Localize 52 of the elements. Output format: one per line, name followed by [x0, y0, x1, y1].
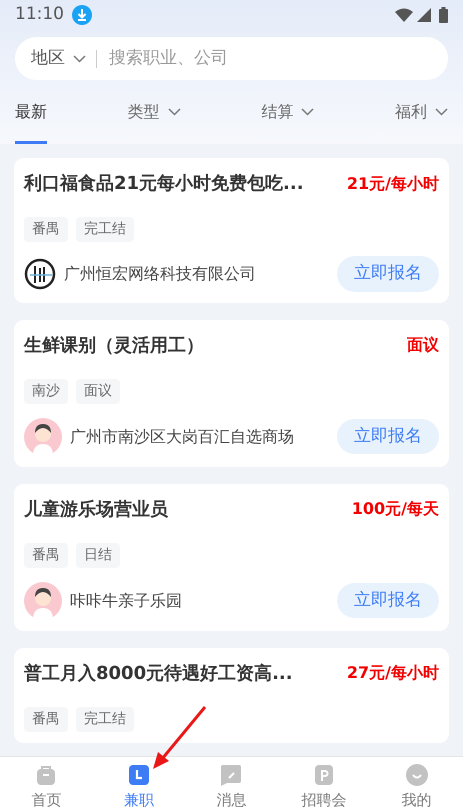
job-title: 儿童游乐场营业员: [24, 498, 168, 522]
filter-tab[interactable]: 最新: [15, 100, 47, 137]
company-logo: [24, 258, 56, 290]
search-input[interactable]: 搜索职业、公司: [107, 44, 432, 72]
job-pay: 27元/每小时: [346, 662, 439, 684]
job-card[interactable]: 生鲜课别（灵活用工） 面议 南沙 面议 广州市南沙区大岗百汇自选商场 立即报名: [14, 320, 449, 466]
company-name: 咔咔牛亲子乐园: [70, 590, 182, 612]
download-icon: [72, 5, 92, 25]
region-dropdown[interactable]: 地区: [31, 46, 86, 72]
job-card[interactable]: 儿童游乐场营业员 100元/每天 番禺 日结 咔咔牛亲子乐园 立即报名: [14, 484, 449, 630]
avatar-icon: [24, 418, 62, 456]
chevron-down-icon: [73, 54, 86, 62]
nav-tab[interactable]: 首页: [6, 757, 86, 812]
job-title: 普工月入8000元待遇好工资高...: [24, 662, 293, 686]
battery-icon: [439, 7, 448, 23]
job-pay: 21元/每小时: [346, 172, 439, 194]
job-tag: 番禺: [24, 217, 68, 242]
job-pay: 面议: [407, 334, 439, 356]
job-tag: 日结: [76, 542, 120, 568]
apply-button[interactable]: 立即报名: [337, 418, 439, 454]
job-title: 生鲜课别（灵活用工）: [24, 334, 204, 358]
smile-icon: [404, 763, 429, 787]
job-tag: 面议: [76, 378, 120, 404]
company-name: 广州恒宏网络科技有限公司: [64, 262, 256, 285]
job-tag: 南沙: [24, 378, 68, 404]
nav-tab[interactable]: 兼职: [98, 757, 179, 812]
job-card[interactable]: 利口福食品21元每小时免费包吃... 21元/每小时 番禺 完工结 广州恒宏网络科技有限公司 立即报名: [14, 158, 449, 302]
clock-icon: [126, 763, 151, 787]
nav-tab[interactable]: 招聘会: [284, 757, 364, 812]
job-card[interactable]: 普工月入8000元待遇好工资高... 27元/每小时 番禺 完工结: [14, 648, 449, 742]
apply-button[interactable]: 立即报名: [337, 582, 439, 618]
job-pay: 100元/每天: [352, 498, 439, 520]
avatar-icon: [24, 582, 62, 620]
wifi-icon: [395, 8, 413, 22]
company-name: 广州市南沙区大岗百汇自选商场: [70, 426, 294, 448]
search-bar[interactable]: 地区 搜索职业、公司: [15, 37, 448, 80]
apply-button[interactable]: 立即报名: [337, 256, 439, 292]
job-tag: 完工结: [76, 706, 134, 732]
filter-tab[interactable]: 类型: [128, 100, 181, 137]
job-title: 利口福食品21元每小时免费包吃...: [24, 172, 304, 196]
filter-tab[interactable]: 福利: [394, 100, 448, 137]
job-tag: 完工结: [76, 217, 134, 242]
chat-icon: [219, 763, 244, 787]
filter-tab[interactable]: 结算: [261, 100, 314, 137]
tab-underline: [15, 141, 47, 144]
signal-icon: [417, 8, 431, 22]
annotation-arrow: [153, 706, 206, 769]
job-tag: 番禺: [24, 542, 68, 568]
nav-tab[interactable]: 我的: [376, 757, 457, 812]
status-time: 11:10: [15, 3, 64, 26]
job-tag: 番禺: [24, 706, 68, 732]
nav-tab[interactable]: 消息: [191, 757, 272, 812]
